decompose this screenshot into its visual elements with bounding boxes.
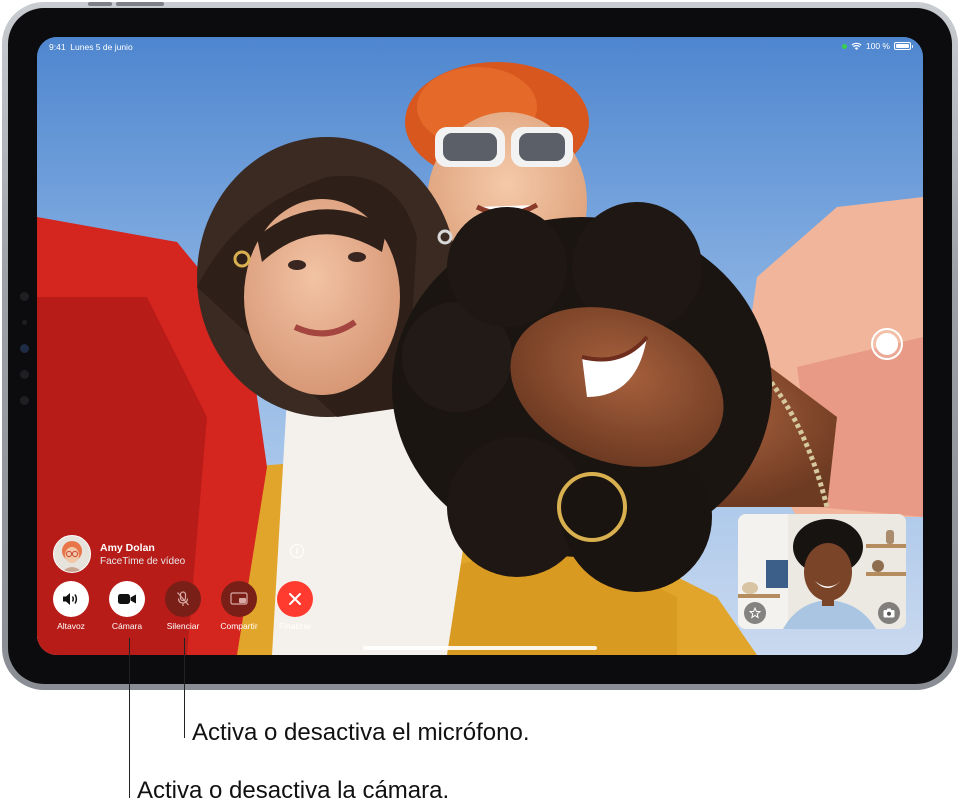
top-button xyxy=(116,2,164,6)
camera-callout: Activa o desactiva la cámara. xyxy=(137,777,450,804)
microphone-callout-line xyxy=(184,638,185,738)
camera-button[interactable] xyxy=(109,581,145,617)
call-type-label: FaceTime de vídeo xyxy=(100,555,186,567)
mute-button[interactable] xyxy=(165,581,201,617)
sensor-dot xyxy=(20,370,29,379)
share-screen-icon xyxy=(230,592,248,605)
status-time: 9:41 xyxy=(49,42,66,52)
camera-callout-line xyxy=(129,638,130,798)
info-icon[interactable]: i xyxy=(290,544,304,558)
front-camera xyxy=(20,344,29,353)
mute-control[interactable]: Silenciar xyxy=(162,581,204,631)
caller-info[interactable]: Amy Dolan FaceTime de vídeo xyxy=(53,535,185,573)
speaker-label: Altavoz xyxy=(57,621,85,631)
self-view-tile[interactable] xyxy=(738,514,906,629)
sensor-dot xyxy=(20,292,29,301)
status-date: Lunes 5 de junio xyxy=(70,42,133,52)
speaker-button[interactable] xyxy=(53,581,89,617)
flip-camera-button[interactable] xyxy=(878,602,900,624)
end-call-button[interactable] xyxy=(277,581,313,617)
sensor-dot xyxy=(22,320,27,325)
battery-icon xyxy=(894,42,913,50)
speaker-control[interactable]: Altavoz xyxy=(50,581,92,631)
mute-label: Silenciar xyxy=(166,621,200,631)
share-control[interactable]: Compartir xyxy=(218,581,260,631)
camera-in-use-indicator xyxy=(841,43,847,49)
video-camera-icon xyxy=(118,594,136,604)
caller-name: Amy Dolan xyxy=(100,541,155,554)
avatar xyxy=(53,535,91,573)
facetime-screen: 9:41 Lunes 5 de junio 100 % Amy Dolan Fa… xyxy=(37,37,923,655)
speaker-icon xyxy=(63,593,78,605)
wifi-icon xyxy=(851,42,862,50)
status-indicators: 100 % xyxy=(841,41,913,51)
flip-camera-icon xyxy=(883,608,895,618)
sensor-dot xyxy=(20,396,29,405)
star-effects-icon xyxy=(749,607,761,619)
share-button[interactable] xyxy=(221,581,257,617)
microphone-slash-icon xyxy=(177,591,189,606)
shutter-button[interactable] xyxy=(871,328,903,360)
microphone-callout: Activa o desactiva el micrófono. xyxy=(192,719,530,746)
status-bar: 9:41 Lunes 5 de junio 100 % xyxy=(37,37,923,57)
camera-label: Cámara xyxy=(111,621,143,631)
top-button xyxy=(88,2,112,6)
end-call-label: Finalizar xyxy=(278,621,312,631)
battery-percentage: 100 % xyxy=(865,41,890,51)
memoji-avatar-icon xyxy=(54,536,90,572)
close-icon xyxy=(289,593,301,605)
share-label: Compartir xyxy=(220,621,258,631)
shutter-button-icon xyxy=(876,333,898,355)
status-time-date: 9:41 Lunes 5 de junio xyxy=(49,42,133,52)
camera-control[interactable]: Cámara xyxy=(106,581,148,631)
end-call-control[interactable]: Finalizar xyxy=(274,581,316,631)
home-indicator[interactable] xyxy=(363,646,597,650)
effects-button[interactable] xyxy=(744,602,766,624)
